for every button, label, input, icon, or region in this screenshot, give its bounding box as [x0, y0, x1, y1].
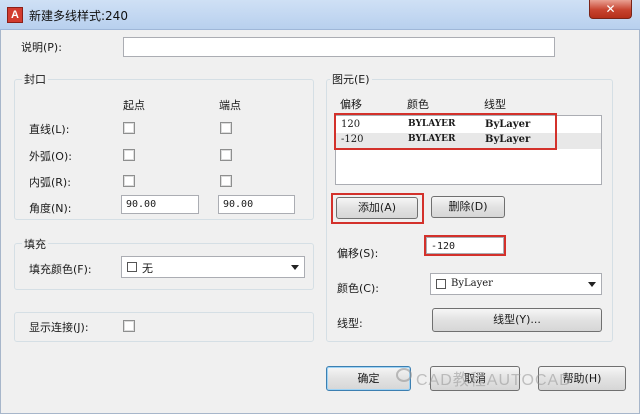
fill-color-swatch: [127, 262, 137, 272]
element-color-dropdown[interactable]: ByLayer: [430, 273, 602, 295]
cap-outer-arc-label: 外弧(O):: [29, 150, 72, 163]
window-title: 新建多线样式:240: [29, 9, 128, 23]
cap-line-label: 直线(L):: [29, 123, 70, 136]
cap-angle-label: 角度(N):: [29, 202, 72, 215]
watermark: CAD教程AUTOCAD: [416, 372, 572, 389]
elements-header-color: 颜色: [407, 98, 429, 111]
caps-group-title: 封口: [22, 71, 48, 87]
fill-color-label: 填充颜色(F):: [29, 263, 92, 276]
app-icon: A: [7, 7, 23, 23]
rows-highlight-box: [334, 113, 557, 150]
delete-button[interactable]: 删除(D): [431, 196, 505, 218]
element-color-label: 颜色(C):: [337, 282, 379, 295]
linetype-button[interactable]: 线型(Y)...: [432, 308, 602, 332]
fill-group-title: 填充: [22, 236, 48, 252]
display-joints-checkbox[interactable]: [123, 320, 135, 332]
elements-group-title: 图元(E): [330, 71, 372, 87]
chevron-down-icon: [291, 265, 299, 270]
description-input[interactable]: [123, 37, 555, 57]
element-color-value: ByLayer: [451, 278, 493, 289]
elements-header-linetype: 线型: [484, 98, 506, 111]
cap-line-end-checkbox[interactable]: [220, 122, 232, 134]
caps-end-header: 端点: [219, 99, 241, 112]
fill-color-dropdown[interactable]: 无: [121, 256, 305, 278]
element-linetype-label: 线型:: [337, 317, 363, 330]
cap-angle-end-input[interactable]: 90.00: [218, 195, 295, 214]
display-joints-label: 显示连接(J):: [29, 321, 89, 334]
chevron-down-icon: [588, 282, 596, 287]
watermark-logo-icon: [396, 368, 412, 382]
cap-inner-arc-end-checkbox[interactable]: [220, 175, 232, 187]
cap-angle-start-input[interactable]: 90.00: [121, 195, 199, 214]
cap-inner-arc-start-checkbox[interactable]: [123, 175, 135, 187]
add-highlight-box: [331, 193, 424, 224]
caps-start-header: 起点: [123, 99, 145, 112]
cap-inner-arc-label: 内弧(R):: [29, 176, 71, 189]
elements-header-offset: 偏移: [340, 98, 362, 111]
close-button[interactable]: ✕: [589, 0, 632, 19]
cap-outer-arc-start-checkbox[interactable]: [123, 149, 135, 161]
fill-color-value: 无: [142, 262, 153, 275]
offset-highlight-box: [424, 235, 506, 256]
element-color-swatch: [436, 279, 446, 289]
cap-outer-arc-end-checkbox[interactable]: [220, 149, 232, 161]
cap-line-start-checkbox[interactable]: [123, 122, 135, 134]
offset-label: 偏移(S):: [337, 247, 379, 260]
description-label: 说明(P):: [21, 41, 62, 54]
